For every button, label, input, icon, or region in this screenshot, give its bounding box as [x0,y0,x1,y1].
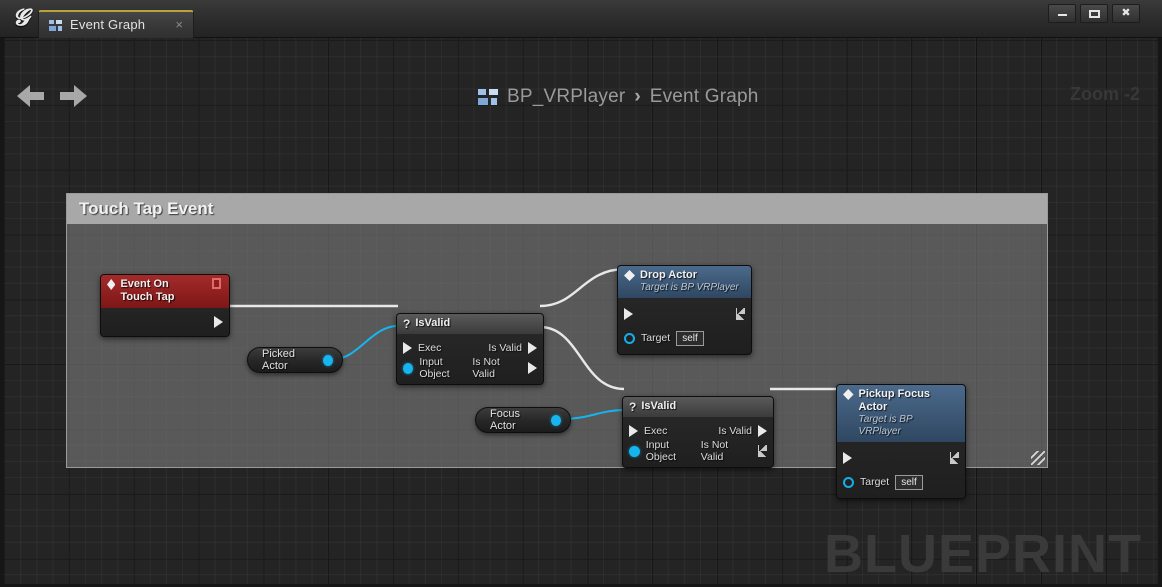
maximize-icon [1089,10,1100,18]
exec-in-pin[interactable] [624,308,633,320]
pin-label-target: Target [641,332,671,344]
node-header: Event On Touch Tap [101,275,229,308]
pin-label-is-not-valid: Is Not Valid [700,439,729,463]
node-body: Target self [837,442,965,498]
forward-button[interactable] [56,82,90,110]
target-value-field[interactable]: self [676,330,704,346]
node-isvalid-2[interactable]: ? IsValid Exec Is Valid Input Object Is … [622,396,774,468]
pin-label-is-valid: Is Valid [488,342,522,354]
pin-row-input-object: Input Object Is Not Valid [623,439,773,463]
exec-in-pin[interactable] [629,425,638,437]
exec-in-pin[interactable] [403,342,412,354]
forward-arrow-icon [60,85,87,107]
pin-label-input-object: Input Object [419,356,450,380]
node-title: Drop Actor [640,269,698,281]
event-diamond-icon [107,279,116,290]
close-window-button[interactable]: ✖ [1112,4,1140,23]
exec-out-is-not-valid-pin[interactable] [758,445,768,457]
node-get-focus-actor[interactable]: Focus Actor [475,407,571,433]
node-event-on-touch-tap[interactable]: Event On Touch Tap [100,274,230,337]
question-mark-icon: ? [629,399,637,414]
node-header: ? IsValid [397,314,543,334]
chevron-right-icon: › [634,86,641,107]
node-title: Pickup Focus Actor [858,388,931,413]
close-icon[interactable]: × [175,18,183,32]
node-title: Event On Touch Tap [120,278,175,303]
pin-row-target: Target self [618,328,751,348]
pin-row-exec [618,304,751,324]
pin-row-exec: Exec Is Valid [397,338,543,358]
node-header: ? IsValid [623,397,773,417]
object-out-pin[interactable] [323,354,333,366]
object-in-pin[interactable] [629,445,640,457]
exec-out-is-not-valid-pin[interactable] [528,362,537,374]
pin-row-exec [837,448,965,468]
exec-out-is-valid-pin[interactable] [758,425,767,437]
pin-row-exec-out [101,312,229,332]
breadcrumb-current[interactable]: Event Graph [650,86,759,108]
node-body: Exec Is Valid Input Object Is Not Valid [623,417,773,467]
exec-out-pin[interactable] [214,316,223,328]
target-value-field[interactable]: self [895,474,923,490]
back-arrow-icon [17,85,44,107]
node-subtitle: Target is BP VRPlayer [640,282,739,293]
node-title: IsValid [415,317,451,329]
pin-label-is-not-valid: Is Not Valid [472,356,500,380]
maximize-button[interactable] [1080,4,1108,23]
pin-label-input-object: Input Object [645,439,677,463]
node-header: Drop Actor Target is BP VRPlayer [618,266,751,298]
title-bar: 𝓖 Event Graph × ✖ [0,0,1162,38]
exec-in-pin[interactable] [843,452,852,464]
variable-label: Picked Actor [262,348,296,372]
node-pickup-focus-actor[interactable]: Pickup Focus Actor Target is BP VRPlayer… [836,384,966,499]
node-get-picked-actor[interactable]: Picked Actor [247,347,343,373]
delegate-pin[interactable] [211,278,221,289]
minimize-icon [1058,14,1067,16]
resize-grip-icon[interactable] [1031,451,1045,465]
node-drop-actor[interactable]: Drop Actor Target is BP VRPlayer Target … [617,265,752,355]
question-mark-icon: ? [403,316,411,331]
close-icon: ✖ [1121,7,1131,19]
breadcrumb: BP_VRPlayer › Event Graph [478,82,759,112]
node-body: Exec Is Valid Input Object Is Not Valid [397,334,543,384]
node-body: Target self [618,298,751,354]
pin-label-target: Target [860,476,890,488]
tab-label: Event Graph [70,17,146,32]
node-header: Pickup Focus Actor Target is BP VRPlayer [837,385,965,442]
minimize-button[interactable] [1048,4,1076,23]
function-diamond-icon [624,270,635,281]
node-subtitle: Target is BP VRPlayer [858,414,913,437]
graph-canvas[interactable]: BP_VRPlayer › Event Graph Zoom -2 BLUEPR… [0,38,1162,587]
pin-label-is-valid: Is Valid [718,425,752,437]
function-diamond-icon [843,389,854,400]
node-body [101,308,229,336]
blueprint-icon [478,89,498,105]
zoom-level-label: Zoom -2 [1070,84,1140,104]
unreal-logo: 𝓖 [12,5,30,30]
pin-row-exec: Exec Is Valid [623,421,773,441]
exec-out-pin[interactable] [950,452,959,464]
pin-row-target: Target self [837,472,965,492]
pin-row-input-object: Input Object Is Not Valid [397,356,543,380]
target-pin[interactable] [624,332,635,344]
tab-event-graph[interactable]: Event Graph × [38,10,194,38]
variable-label: Focus Actor [490,408,520,432]
object-out-pin[interactable] [550,414,561,426]
breadcrumb-root[interactable]: BP_VRPlayer [507,86,625,108]
exec-out-is-valid-pin[interactable] [528,342,537,354]
comment-title[interactable]: Touch Tap Event [67,194,1047,224]
back-button[interactable] [14,82,48,110]
target-pin[interactable] [843,476,854,488]
pin-label-exec: Exec [418,342,442,354]
node-isvalid-1[interactable]: ? IsValid Exec Is Valid Input Object Is … [396,313,544,385]
node-title: IsValid [641,400,677,412]
exec-out-pin[interactable] [736,308,745,320]
object-in-pin[interactable] [403,362,414,374]
blueprint-icon [49,20,63,31]
blueprint-watermark: BLUEPRINT [824,524,1142,584]
pin-label-exec: Exec [644,425,668,437]
